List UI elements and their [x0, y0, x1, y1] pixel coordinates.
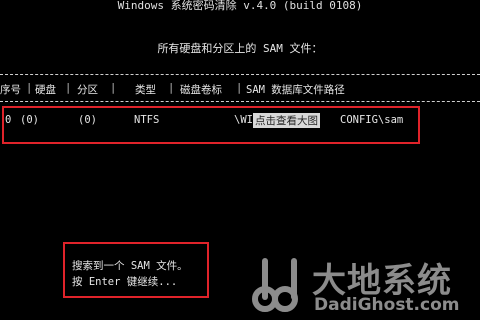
col-separator: |	[26, 82, 33, 94]
dadi-logo-icon	[252, 258, 298, 312]
window-title: Windows 系统密码清除 v.4.0 (build 0108)	[117, 0, 363, 12]
table-header-row: 序号 | 硬盘 | 分区 | 类型 | 磁盘卷标 | SAM 数据库文件路径	[0, 82, 480, 98]
col-header-partition: 分区	[77, 84, 98, 96]
watermark: 大地系统 DadiGhost.com	[252, 255, 478, 319]
table-top-divider	[0, 74, 480, 75]
col-separator: |	[65, 82, 72, 94]
col-header-disk: 硬盘	[35, 84, 56, 96]
col-header-index: 序号	[0, 84, 21, 96]
scan-heading: 所有硬盘和分区上的 SAM 文件：	[157, 42, 323, 55]
table-header-divider	[0, 101, 480, 102]
watermark-domain-text: DadiGhost.com	[314, 295, 460, 315]
col-separator: |	[168, 82, 175, 94]
col-separator: |	[236, 82, 243, 94]
message-highlight-box	[63, 242, 209, 298]
console-screen: Windows 系统密码清除 v.4.0 (build 0108) 所有硬盘和分…	[0, 0, 480, 320]
col-header-type: 类型	[135, 84, 156, 96]
col-header-sam-path: SAM 数据库文件路径	[246, 84, 345, 96]
row-highlight-box	[2, 106, 420, 144]
col-separator: |	[110, 82, 117, 94]
col-header-volume-label: 磁盘卷标	[180, 84, 222, 96]
